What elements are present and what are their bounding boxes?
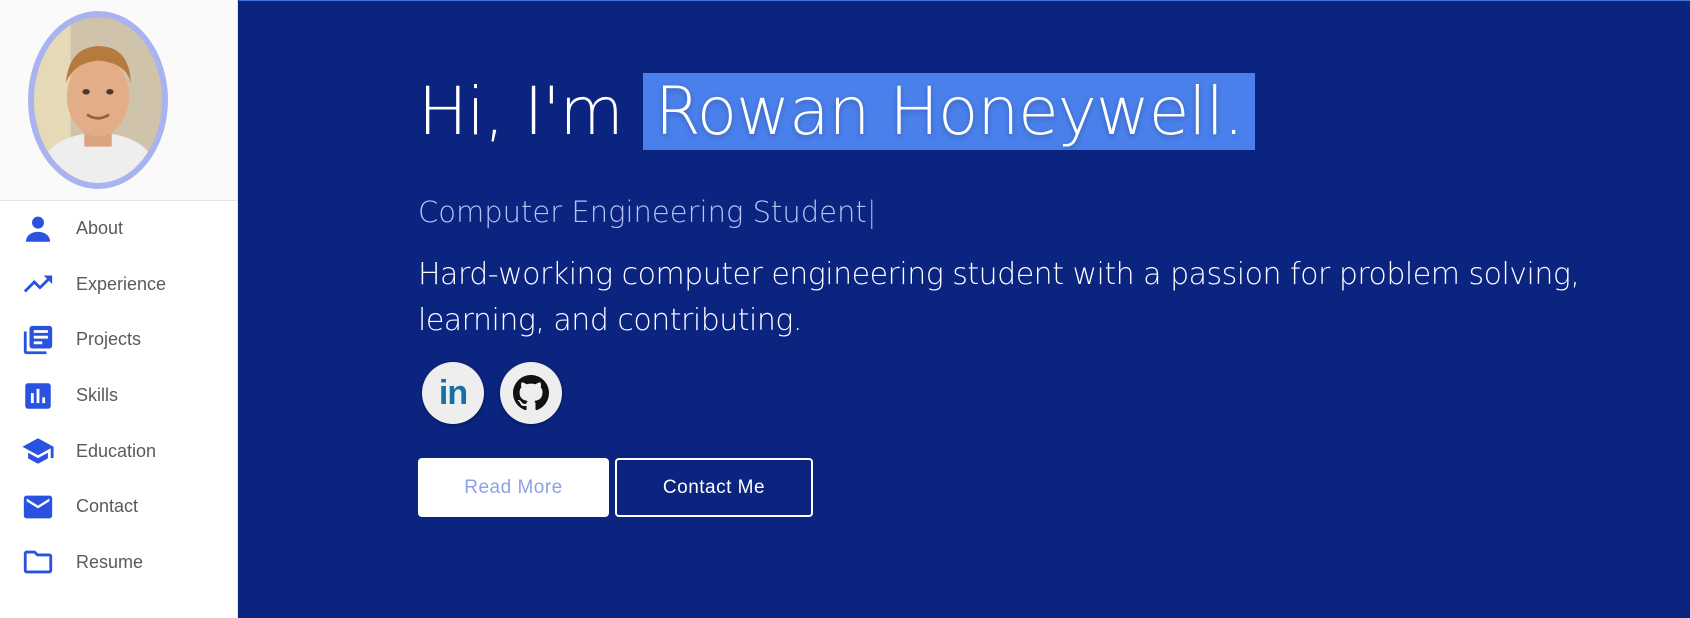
sidebar-item-label: Projects <box>76 329 142 350</box>
typing-cursor: | <box>866 195 877 229</box>
sidebar: About Experience Projects Skills Educati… <box>0 0 238 618</box>
avatar <box>28 11 168 189</box>
hero-blurb: Hard-working computer engineering studen… <box>418 257 1580 338</box>
sidebar-item-label: Education <box>76 440 157 461</box>
sidebar-item-resume[interactable]: Resume <box>0 535 237 591</box>
sidebar-item-contact[interactable]: Contact <box>0 479 237 535</box>
hero-headline: Hi, I'm Rowan Honeywell. <box>418 73 1256 150</box>
avatar-portrait <box>34 18 162 183</box>
linkedin-icon: in <box>438 373 468 412</box>
read-more-button[interactable]: Read More <box>418 458 609 517</box>
subtitle-text: Computer Engineering Student <box>418 195 867 229</box>
sidebar-item-label: About <box>76 218 124 239</box>
sidebar-item-label: Contact <box>76 496 139 517</box>
github-button[interactable] <box>500 362 562 424</box>
trending-up-icon <box>20 266 56 302</box>
linkedin-button[interactable]: in <box>422 362 484 424</box>
sidebar-item-label: Experience <box>76 273 167 294</box>
sidebar-item-projects[interactable]: Projects <box>0 312 237 368</box>
hero-section: Hi, I'm Rowan Honeywell. Computer Engine… <box>239 0 1690 618</box>
sidebar-item-education[interactable]: Education <box>0 423 237 479</box>
sidebar-item-skills[interactable]: Skills <box>0 368 237 424</box>
sidebar-item-label: Resume <box>76 551 144 572</box>
mail-icon <box>20 489 56 525</box>
library-books-icon <box>20 322 56 358</box>
contact-me-button[interactable]: Contact Me <box>615 458 813 517</box>
github-icon <box>513 375 549 411</box>
sidebar-nav: About Experience Projects Skills Educati… <box>0 201 237 590</box>
hero-subtitle: Computer Engineering Student| <box>418 195 877 229</box>
sidebar-item-about[interactable]: About <box>0 201 237 257</box>
folder-icon <box>20 544 56 580</box>
hero-actions: Read More Contact Me <box>418 458 813 517</box>
highlighted-name: Rowan Honeywell. <box>642 73 1256 150</box>
bar-chart-icon <box>20 378 56 414</box>
sidebar-item-experience[interactable]: Experience <box>0 257 237 313</box>
person-icon <box>20 211 56 247</box>
sidebar-item-label: Skills <box>76 385 119 406</box>
greeting-text: Hi, I'm <box>418 73 624 150</box>
profile-area <box>0 0 237 201</box>
school-icon <box>20 433 56 469</box>
social-links: in <box>422 362 562 424</box>
